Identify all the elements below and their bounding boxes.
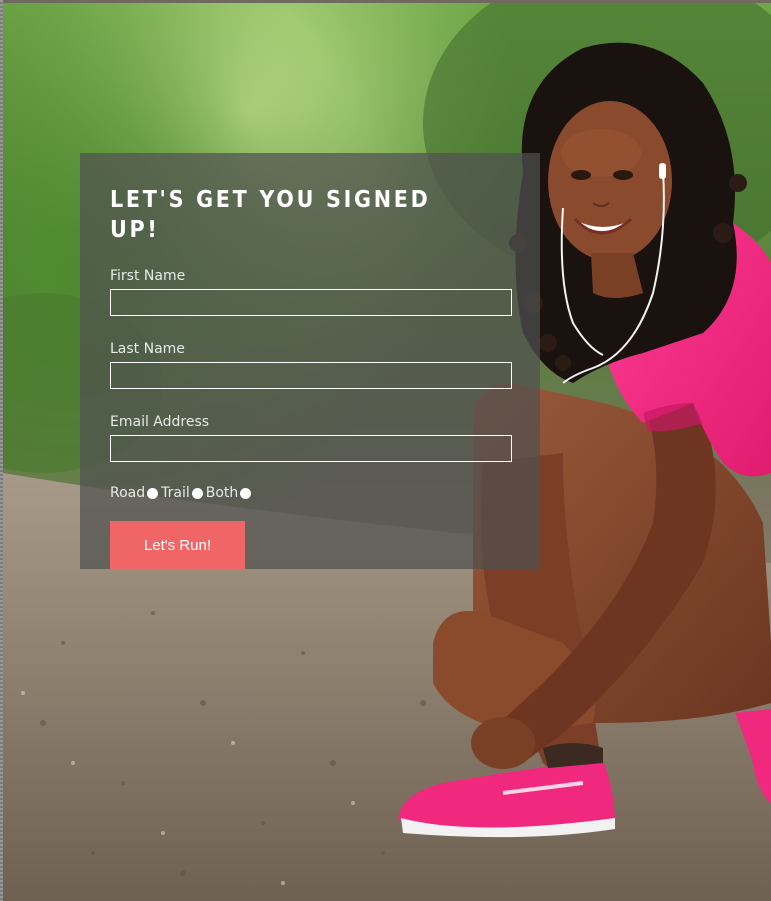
first-name-input[interactable]	[110, 289, 512, 316]
radio-label-both: Both	[205, 485, 239, 501]
run-type-radio-group: Road Trail Both	[110, 484, 512, 502]
form-title: LET'S GET YOU SIGNED UP!	[110, 187, 431, 243]
lets-run-button[interactable]: Let's Run!	[110, 521, 245, 569]
last-name-input[interactable]	[110, 362, 512, 389]
email-address-label: Email Address	[110, 414, 210, 430]
first-name-label: First Name	[110, 268, 186, 284]
radio-label-road: Road	[110, 485, 146, 501]
email-address-input[interactable]	[110, 435, 512, 462]
signup-form-panel: LET'S GET YOU SIGNED UP! First Name Last…	[80, 153, 540, 569]
last-name-label: Last Name	[110, 341, 185, 357]
radio-both[interactable]	[240, 487, 252, 499]
signup-page: LET'S GET YOU SIGNED UP! First Name Last…	[0, 0, 771, 901]
radio-trail[interactable]	[191, 487, 203, 499]
radio-road[interactable]	[147, 487, 159, 499]
radio-label-trail: Trail	[161, 485, 190, 501]
window-edge	[0, 0, 3, 901]
